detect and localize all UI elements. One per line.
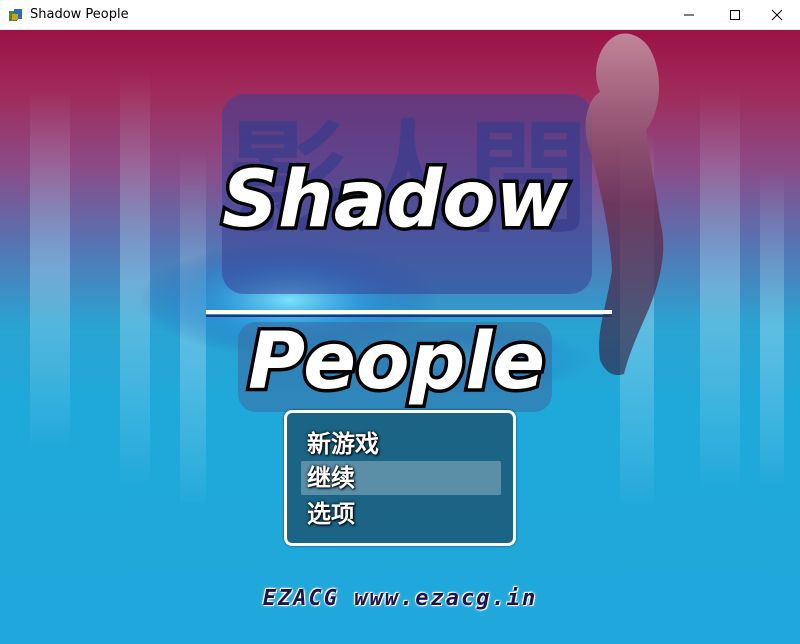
title-screen[interactable]: 影人間 Shadow People 新游戏 继续 选项 EZACG www.ez… — [0, 30, 800, 644]
window-title: Shadow People — [30, 7, 129, 22]
menu-new-game[interactable]: 新游戏 — [301, 427, 501, 461]
game-logo: 影人間 Shadow People — [206, 110, 612, 411]
maximize-button[interactable] — [712, 0, 758, 29]
menu-continue[interactable]: 继续 — [301, 461, 501, 495]
close-icon — [771, 9, 783, 20]
title-line-people: People — [248, 317, 545, 407]
title-command-menu: 新游戏 继续 选项 — [284, 410, 516, 546]
close-button[interactable] — [754, 0, 800, 29]
watermark-text: EZACG www.ezacg.in — [262, 586, 538, 611]
title-line-shadow: Shadow — [222, 155, 569, 245]
menu-options[interactable]: 选项 — [301, 497, 501, 531]
game-window: Shadow People 影人間 Shadow People 新游戏 继续 选… — [0, 0, 800, 644]
minimize-button[interactable] — [666, 0, 712, 29]
game-app-icon — [8, 7, 24, 23]
minimize-icon — [684, 14, 694, 15]
title-bar[interactable]: Shadow People — [0, 0, 800, 30]
maximize-icon — [730, 9, 740, 20]
